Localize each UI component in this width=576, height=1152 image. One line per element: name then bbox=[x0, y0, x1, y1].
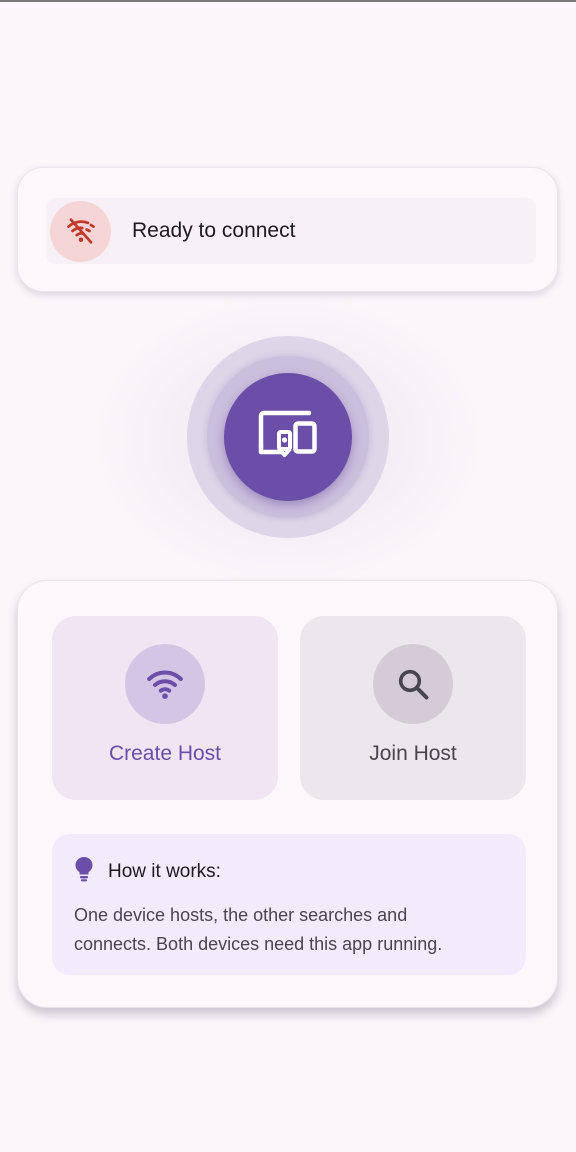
how-it-works-line-2: connects. Both devices need this app run… bbox=[74, 934, 443, 954]
wifi-icon bbox=[125, 644, 205, 724]
wifi-off-icon bbox=[50, 200, 111, 262]
connection-status-card: Ready to connect bbox=[17, 167, 558, 292]
connection-status-text: Ready to connect bbox=[132, 219, 296, 242]
status-bar-divider bbox=[0, 0, 576, 2]
how-it-works-line-1: One device hosts, the other searches and bbox=[74, 905, 408, 925]
create-host-button[interactable]: Create Host bbox=[52, 616, 278, 800]
devices-icon bbox=[257, 410, 319, 465]
connection-status-row: Ready to connect bbox=[46, 198, 536, 264]
how-it-works-box: How it works: One device hosts, the othe… bbox=[52, 834, 526, 975]
lightbulb-icon bbox=[74, 856, 94, 887]
join-host-label: Join Host bbox=[369, 742, 457, 765]
devices-button[interactable] bbox=[224, 373, 352, 501]
join-host-button[interactable]: Join Host bbox=[300, 616, 526, 800]
how-it-works-title: How it works: bbox=[108, 860, 221, 882]
actions-card: Create Host Join Host How it works: One … bbox=[17, 580, 558, 1008]
create-host-label: Create Host bbox=[108, 742, 222, 765]
search-icon bbox=[373, 644, 453, 724]
how-it-works-header: How it works: bbox=[74, 856, 504, 887]
how-it-works-description: One device hosts, the other searches and… bbox=[74, 901, 504, 959]
